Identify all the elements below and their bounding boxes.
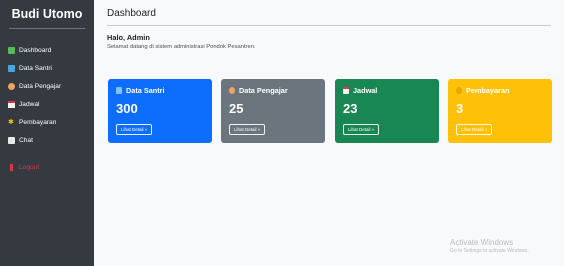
view-detail-button[interactable]: Lihat Detail » [229, 124, 266, 135]
sidebar-item-chat[interactable]: Chat [0, 131, 94, 149]
view-detail-button[interactable]: Lihat Detail » [456, 124, 493, 135]
book-icon [8, 64, 15, 72]
card-title: Data Santri [126, 86, 165, 95]
calendar-icon [343, 87, 349, 94]
card-data-pengajar: Data Pengajar 25 Lihat Detail » [221, 79, 325, 143]
card-value: 3 [456, 101, 464, 116]
watermark-subtitle: Go to Settings to activate Windows. [450, 248, 529, 254]
sidebar-item-data-santri[interactable]: Data Santri [0, 59, 94, 77]
card-jadwal: Jadwal 23 Lihat Detail » [335, 79, 439, 143]
page-header: Dashboard Halo, Admin Selamat datang di … [94, 0, 564, 50]
chat-icon [8, 136, 15, 144]
coin-icon [456, 87, 462, 94]
card-title: Pembayaran [466, 86, 510, 95]
sidebar-item-label: Pembayaran [19, 118, 57, 126]
sidebar-item-label: Chat [19, 136, 33, 144]
card-data-santri: Data Santri 300 Lihat Detail » [108, 79, 212, 143]
sidebar-item-label: Data Pengajar [19, 82, 62, 90]
sidebar: Budi Utomo Dashboard Data Santri Data Pe… [0, 0, 94, 266]
sidebar-item-dashboard[interactable]: Dashboard [0, 41, 94, 59]
teacher-icon [8, 82, 15, 90]
sidebar-item-label: Jadwal [19, 100, 40, 108]
card-title: Data Pengajar [239, 86, 288, 95]
brand-title: Budi Utomo [11, 7, 83, 21]
sidebar-item-data-pengajar[interactable]: Data Pengajar [0, 77, 94, 95]
dashboard-icon [8, 46, 15, 54]
main-content: Dashboard Halo, Admin Selamat datang di … [94, 0, 564, 266]
teacher-icon [229, 87, 235, 94]
welcome-text: Selamat datang di sistem administrasi Po… [107, 44, 256, 50]
coin-icon: ✱ [8, 118, 14, 126]
activate-windows-watermark: Activate Windows Go to Settings to activ… [450, 238, 529, 254]
card-pembayaran: Pembayaran 3 Lihat Detail » [448, 79, 552, 143]
book-icon [116, 87, 122, 94]
card-title: Jadwal [353, 86, 378, 95]
greeting: Halo, Admin [107, 33, 150, 42]
sidebar-item-jadwal[interactable]: Jadwal [0, 95, 94, 113]
card-value: 25 [229, 101, 244, 116]
watermark-title: Activate Windows [450, 238, 514, 247]
sidebar-item-pembayaran[interactable]: ✱ Pembayaran [0, 113, 94, 131]
calendar-icon [8, 100, 15, 108]
sidebar-item-label: Dashboard [19, 46, 52, 54]
title-divider [107, 25, 551, 26]
logout-label: Logout [19, 163, 40, 171]
logout-icon [10, 163, 13, 171]
card-value: 300 [116, 101, 138, 116]
view-detail-button[interactable]: Lihat Detail » [116, 124, 153, 135]
card-value: 23 [343, 101, 358, 116]
view-detail-button[interactable]: Lihat Detail » [343, 124, 380, 135]
page-title: Dashboard [107, 8, 156, 19]
logout-link[interactable]: Logout [0, 158, 94, 176]
sidebar-item-label: Data Santri [19, 64, 52, 72]
brand-divider [9, 28, 85, 29]
